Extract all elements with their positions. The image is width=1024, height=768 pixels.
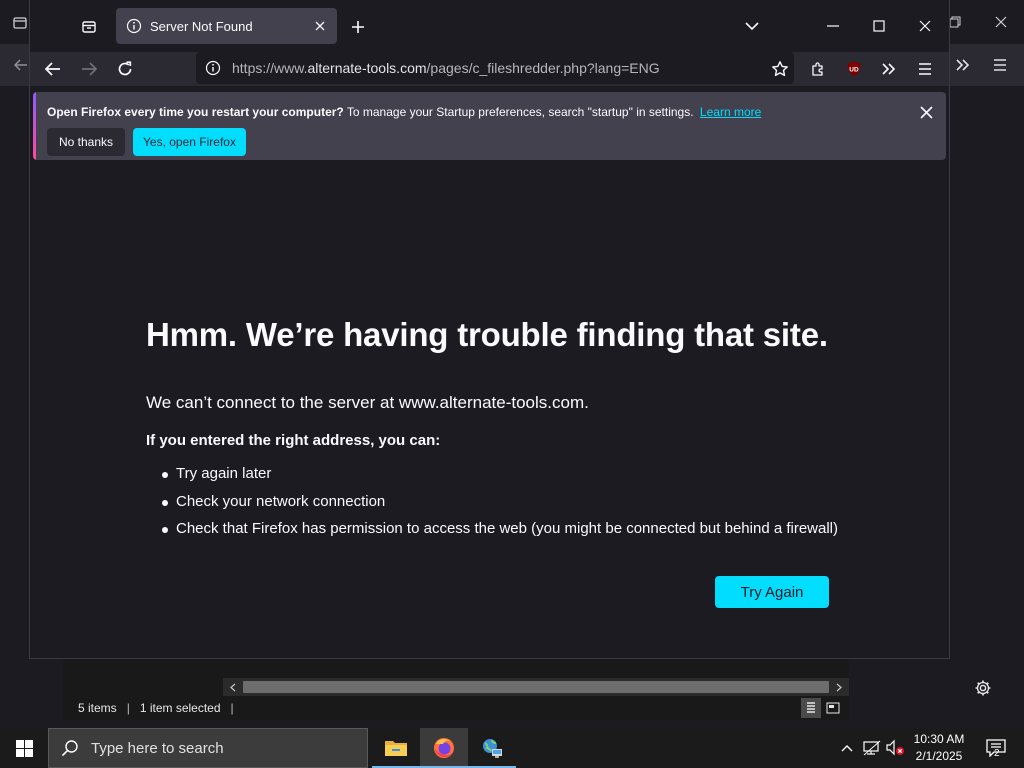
search-icon: [61, 739, 79, 757]
error-description: We can’t connect to the server at www.al…: [146, 393, 589, 412]
items-count: 5 items: [78, 701, 117, 715]
firefox-taskbar-icon[interactable]: [420, 728, 468, 768]
menu-icon[interactable]: [985, 50, 1015, 80]
overflow-chevron-icon[interactable]: [948, 50, 978, 80]
new-tab-plus-icon[interactable]: [344, 13, 372, 41]
list-item: Check your network connection: [162, 493, 838, 521]
minimize-icon[interactable]: [810, 8, 856, 44]
url-domain: alternate-tools.com: [307, 60, 427, 76]
taskbar-search-box[interactable]: Type here to search: [48, 728, 368, 768]
notification-bold-text: Open Firefox every time you restart your…: [47, 105, 344, 119]
background-left-panel: [0, 86, 30, 728]
notification-message: Open Firefox every time you restart your…: [47, 105, 761, 119]
status-separator: |: [230, 701, 234, 715]
scrollbar-thumb[interactable]: [243, 681, 829, 693]
yes-open-firefox-button[interactable]: Yes, open Firefox: [133, 128, 246, 156]
clock-time: 10:30 AM: [913, 732, 965, 746]
horizontal-scrollbar[interactable]: [223, 678, 849, 696]
url-path: /pages/c_fileshredder.php?lang=ENG: [426, 60, 660, 76]
clock-date: 2/1/2025: [915, 749, 963, 763]
close-icon[interactable]: [986, 7, 1016, 37]
try-again-button[interactable]: Try Again: [715, 576, 829, 608]
network-app-taskbar-icon[interactable]: [468, 728, 516, 768]
maximize-icon[interactable]: [856, 8, 902, 44]
navigation-toolbar: https://www.alternate-tools.com/pages/c_…: [30, 52, 949, 86]
forward-arrow-icon[interactable]: [74, 54, 104, 84]
more-tools-chevron-icon[interactable]: [874, 54, 904, 84]
status-separator: |: [126, 701, 130, 715]
app-menu-icon[interactable]: [910, 54, 940, 84]
list-all-tabs-chevron-icon[interactable]: [738, 12, 766, 40]
scroll-left-icon[interactable]: [225, 679, 241, 695]
error-title: Hmm. We’re having trouble finding that s…: [146, 316, 828, 353]
file-explorer-window: 5 items | 1 item selected |: [63, 658, 849, 720]
suggestion-list: Try again later Check your network conne…: [162, 465, 838, 548]
bookmark-star-icon[interactable]: [765, 54, 795, 84]
window-close-icon[interactable]: [902, 8, 948, 44]
ublock-origin-icon[interactable]: UD: [839, 54, 869, 84]
search-placeholder: Type here to search: [91, 739, 224, 757]
show-hidden-icons-chevron-icon[interactable]: [838, 738, 856, 758]
no-thanks-button[interactable]: No thanks: [47, 128, 125, 156]
tab-server-not-found[interactable]: Server Not Found: [116, 8, 337, 44]
list-item: Check that Firefox has permission to acc…: [162, 520, 838, 548]
firefox-window: Server Not Found https://www.alternate-t…: [29, 0, 950, 659]
details-view-icon[interactable]: [801, 698, 821, 718]
site-info-icon[interactable]: [204, 59, 222, 77]
taskbar: Type here to search 10:30 AM 2/1/2025: [0, 728, 1024, 768]
error-subtitle: If you entered the right address, you ca…: [146, 432, 441, 449]
svg-text:UD: UD: [849, 67, 859, 74]
tab-title: Server Not Found: [150, 18, 253, 34]
settings-gear-icon[interactable]: [970, 675, 996, 701]
notification-count-badge: 2: [994, 748, 1000, 759]
firefox-view-icon[interactable]: [74, 12, 104, 42]
url-text[interactable]: https://www.alternate-tools.com/pages/c_…: [232, 60, 660, 76]
tab-strip: Server Not Found: [30, 0, 949, 52]
url-prefix: https://www.: [232, 60, 308, 76]
notification-text: To manage your Startup preferences, sear…: [343, 105, 694, 119]
startup-notification-bar: Open Firefox every time you restart your…: [33, 92, 946, 160]
volume-muted-icon[interactable]: [885, 738, 905, 758]
extensions-puzzle-icon[interactable]: [803, 54, 833, 84]
selection-count: 1 item selected: [139, 701, 221, 715]
start-button-windows-icon[interactable]: [0, 728, 48, 768]
list-item: Try again later: [162, 465, 838, 493]
taskbar-clock[interactable]: 10:30 AM 2/1/2025: [908, 731, 970, 767]
notification-accent: [33, 92, 36, 160]
back-arrow-icon[interactable]: [38, 54, 68, 84]
url-bar[interactable]: https://www.alternate-tools.com/pages/c_…: [196, 52, 794, 84]
scroll-right-icon[interactable]: [831, 679, 847, 695]
large-icons-view-icon[interactable]: [823, 698, 843, 718]
error-page: Hmm. We’re having trouble finding that s…: [30, 164, 949, 658]
tab-close-icon[interactable]: [311, 17, 329, 35]
learn-more-link[interactable]: Learn more: [700, 105, 761, 119]
explorer-status-bar: 5 items | 1 item selected |: [63, 696, 849, 720]
reload-icon[interactable]: [110, 54, 140, 84]
info-icon: [126, 18, 142, 34]
notification-close-icon[interactable]: [916, 102, 936, 122]
explorer-nav-pane: [63, 658, 221, 696]
network-status-icon[interactable]: [862, 738, 882, 758]
background-right-panel: [950, 86, 1024, 728]
file-explorer-taskbar-icon[interactable]: [372, 728, 420, 768]
